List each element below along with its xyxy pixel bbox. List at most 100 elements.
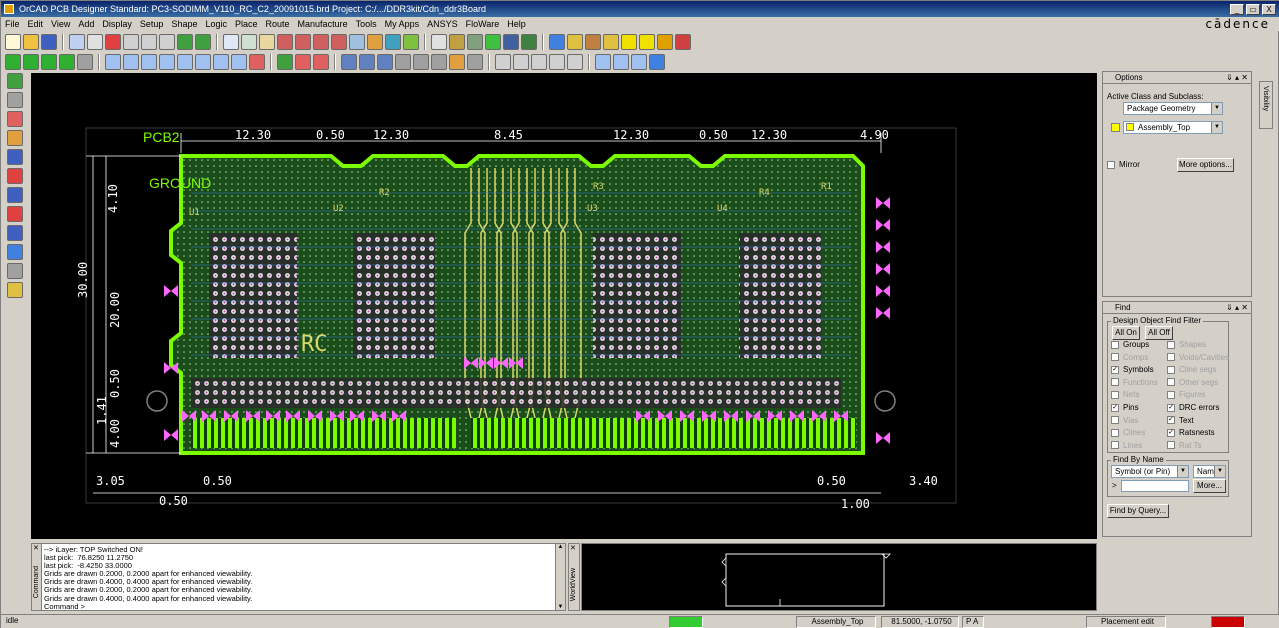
zoom-world-icon[interactable] <box>313 34 329 50</box>
merge-shapes-icon[interactable] <box>231 54 247 70</box>
dim-linear-icon[interactable] <box>295 54 311 70</box>
unrats-icon[interactable] <box>159 34 175 50</box>
filter-comps[interactable]: Comps <box>1111 353 1148 362</box>
fill-icon[interactable] <box>249 54 265 70</box>
delete-icon[interactable] <box>105 34 121 50</box>
filter-nets[interactable]: Nets <box>1111 390 1139 399</box>
menu-view[interactable]: View <box>47 17 74 31</box>
shadow-icon[interactable] <box>467 34 483 50</box>
filter-functions[interactable]: Functions <box>1111 378 1158 387</box>
3d-view-icon[interactable] <box>385 34 401 50</box>
menu-manufacture[interactable]: Manufacture <box>294 17 352 31</box>
menu-setup[interactable]: Setup <box>136 17 168 31</box>
info-icon[interactable] <box>549 34 565 50</box>
assign-color-icon[interactable] <box>603 34 619 50</box>
zoom-previous-icon[interactable] <box>349 34 365 50</box>
find-more-button[interactable]: More... <box>1193 479 1226 493</box>
grid-toggle-icon[interactable] <box>431 34 447 50</box>
filter-ratsnests[interactable]: ✓ Ratsnests <box>1167 428 1215 437</box>
analyze-icon[interactable] <box>495 54 511 70</box>
copy-icon[interactable] <box>87 34 103 50</box>
report-icon[interactable] <box>521 34 537 50</box>
save-icon[interactable] <box>41 34 57 50</box>
print-icon[interactable] <box>613 54 629 70</box>
stats-icon[interactable] <box>503 34 519 50</box>
menu-logic[interactable]: Logic <box>201 17 231 31</box>
shape-edit-icon[interactable] <box>213 54 229 70</box>
spread-icon[interactable] <box>449 54 465 70</box>
redraw-icon[interactable] <box>367 34 383 50</box>
pin-swap-icon[interactable] <box>359 54 375 70</box>
pcb-canvas[interactable]: PCB2 GROUND 12.30 0.50 12.30 8.45 12.30 0.50 1… <box>31 73 1097 539</box>
filter-other-segs[interactable]: Other segs <box>1167 378 1218 387</box>
scroll-down-icon[interactable]: ▼ <box>556 604 565 610</box>
menu-file[interactable]: File <box>1 17 24 31</box>
gate-swap-icon[interactable] <box>377 54 393 70</box>
filter-voids-cavities[interactable]: Voids/Cavities <box>1167 353 1229 362</box>
props-icon[interactable] <box>675 34 691 50</box>
filter-lines[interactable]: Lines <box>1111 441 1142 450</box>
menu-shape[interactable]: Shape <box>167 17 201 31</box>
signal-icon[interactable] <box>513 54 529 70</box>
vertex-icon[interactable] <box>7 130 23 146</box>
change-icon[interactable] <box>7 282 23 298</box>
zoom-center-icon[interactable] <box>331 34 347 50</box>
color-icon[interactable] <box>403 34 419 50</box>
pin-icon[interactable] <box>195 34 211 50</box>
menu-place[interactable]: Place <box>231 17 262 31</box>
grid-icon[interactable] <box>223 34 239 50</box>
filter-cline-segs[interactable]: Cline segs <box>1167 365 1216 374</box>
zoom-points-icon[interactable] <box>241 34 257 50</box>
void-circle-icon[interactable] <box>195 54 211 70</box>
restore-button[interactable]: ▭ <box>1246 4 1260 15</box>
new-icon[interactable] <box>5 34 21 50</box>
menu-display[interactable]: Display <box>98 17 136 31</box>
menu-route[interactable]: Route <box>262 17 294 31</box>
drc-icon[interactable] <box>485 34 501 50</box>
filter-vias[interactable]: Vias <box>1111 416 1138 425</box>
window-icon[interactable] <box>595 54 611 70</box>
menu-floware[interactable]: FloWare <box>462 17 504 31</box>
chart-icon[interactable] <box>585 34 601 50</box>
measure-icon[interactable] <box>567 34 583 50</box>
menu-my-apps[interactable]: My Apps <box>381 17 424 31</box>
zoom-in-icon[interactable] <box>277 34 293 50</box>
worldview-controls[interactable]: ✕ <box>569 544 579 552</box>
find-by-query-button[interactable]: Find by Query... <box>1107 504 1169 518</box>
redo-icon[interactable] <box>141 34 157 50</box>
filter-figures[interactable]: Figures <box>1167 390 1206 399</box>
find-type-dropdown[interactable]: Symbol (or Pin) ▼ <box>1111 465 1189 478</box>
cross-probe-icon[interactable] <box>467 54 483 70</box>
delay-tune-icon[interactable] <box>7 206 23 222</box>
route-layer-1-icon[interactable] <box>5 54 21 70</box>
move-icon[interactable] <box>69 34 85 50</box>
filter-pins[interactable]: ✓ Pins <box>1111 403 1139 412</box>
all-off-button[interactable]: All Off <box>1145 326 1173 340</box>
add-connect-icon[interactable] <box>7 73 23 89</box>
subclass-dropdown[interactable]: Assembly_Top ▼ <box>1123 121 1223 134</box>
filter-symbols[interactable]: ✓ Symbols <box>1111 365 1154 374</box>
scroll-up-icon[interactable]: ▲ <box>556 544 565 550</box>
slide-icon[interactable] <box>7 92 23 108</box>
export-icon[interactable] <box>567 54 583 70</box>
close-button[interactable]: X <box>1262 4 1276 15</box>
custom-smooth-icon[interactable] <box>7 111 23 127</box>
xnet-icon[interactable] <box>531 54 547 70</box>
zoom-fit-icon[interactable] <box>259 34 275 50</box>
bus-icon[interactable] <box>413 54 429 70</box>
find-name-input[interactable] <box>1121 480 1189 492</box>
find-panel-controls[interactable]: ⇓ ▴ ✕ <box>1226 302 1248 314</box>
route-fanout-icon[interactable] <box>7 168 23 184</box>
filter-clines[interactable]: Clines <box>1111 428 1145 437</box>
route-layer-3-icon[interactable] <box>41 54 57 70</box>
sim-icon[interactable] <box>549 54 565 70</box>
filter-drc-errors[interactable]: ✓ DRC errors <box>1167 403 1219 412</box>
dim-datum-icon[interactable] <box>313 54 329 70</box>
undo-icon[interactable] <box>123 34 139 50</box>
filter-rat-ts[interactable]: Rat Ts <box>1167 441 1202 450</box>
route-layer-4-icon[interactable] <box>59 54 75 70</box>
place-icon[interactable] <box>277 54 293 70</box>
swap-icon[interactable] <box>341 54 357 70</box>
open-icon[interactable] <box>23 34 39 50</box>
shape-add-icon[interactable] <box>105 54 121 70</box>
